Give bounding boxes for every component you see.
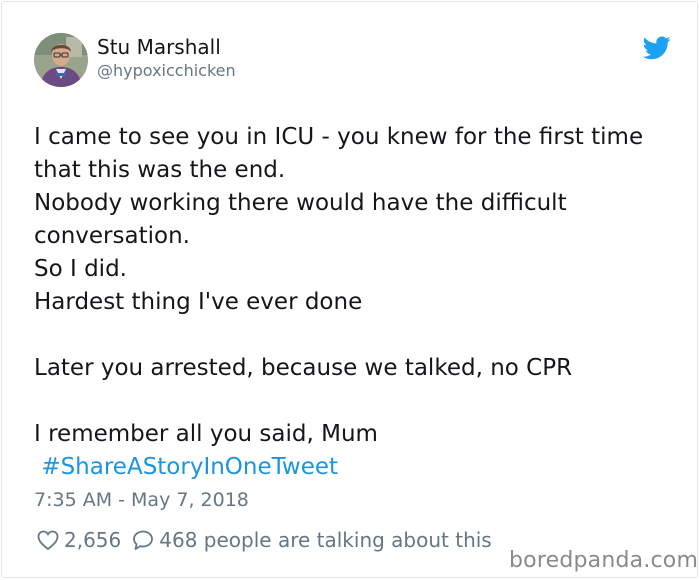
speech-bubble-icon[interactable] <box>131 528 155 552</box>
hashtag-line: #ShareAStoryInOneTweet <box>34 451 684 484</box>
tweet-line: I remember all you said, Mum <box>34 421 378 447</box>
tweet-line: Hardest thing I've ever done <box>34 289 363 315</box>
like-count[interactable]: 2,656 <box>64 528 121 552</box>
tweet-line: that this was the end. <box>34 157 286 183</box>
replies-text[interactable]: 468 people are talking about this <box>159 528 491 552</box>
tweet-line: Nobody working there would have the diff… <box>34 190 567 216</box>
tweet-line: I came to see you in ICU - you knew for … <box>34 124 644 150</box>
heart-icon[interactable] <box>36 528 60 552</box>
tweet-line: So I did. <box>34 256 127 282</box>
hashtag-link[interactable]: #ShareAStoryInOneTweet <box>41 454 338 480</box>
tweet-timestamp[interactable]: 7:35 AM - May 7, 2018 <box>34 489 249 511</box>
tweet-card: Stu Marshall @hypoxicchicken I came to s… <box>1 1 698 578</box>
watermark: boredpanda.com <box>509 548 699 573</box>
avatar-image <box>34 33 88 87</box>
tweet-line: conversation. <box>34 223 190 249</box>
tweet-text: I came to see you in ICU - you knew for … <box>34 121 684 484</box>
author-handle[interactable]: @hypoxicchicken <box>97 61 236 80</box>
author-name[interactable]: Stu Marshall <box>97 35 221 59</box>
engagement-stats: 2,656 468 people are talking about this <box>36 526 492 554</box>
avatar[interactable] <box>34 33 88 87</box>
tweet-line: Later you arrested, because we talked, n… <box>34 355 573 381</box>
twitter-bird-icon[interactable] <box>642 36 671 60</box>
